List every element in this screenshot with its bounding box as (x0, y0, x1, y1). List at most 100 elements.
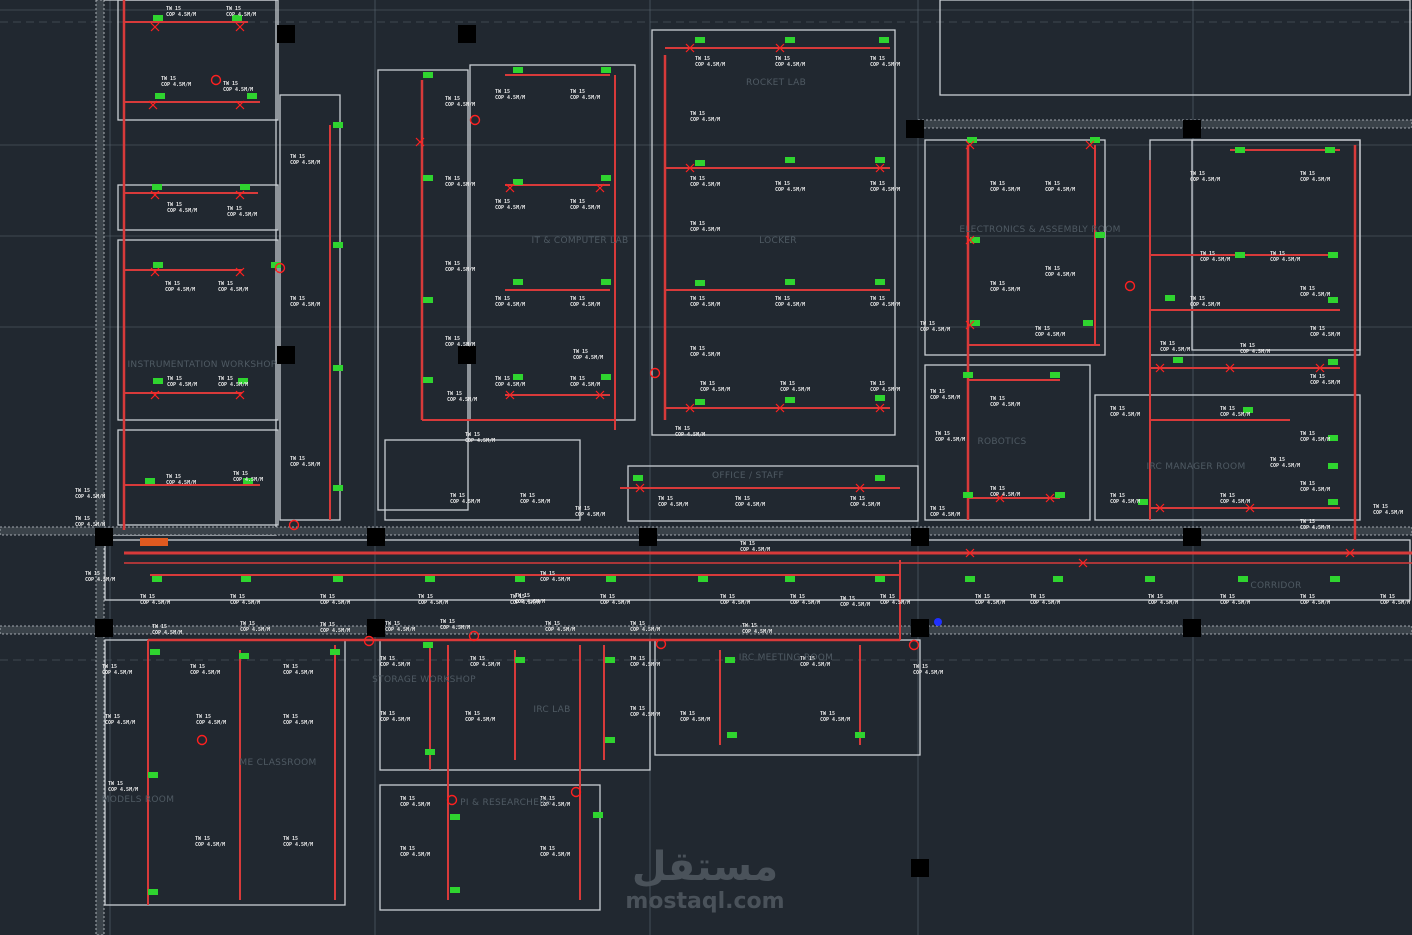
sprinkler-head (605, 657, 615, 663)
sprinkler-head (330, 649, 340, 655)
wall (384, 439, 581, 521)
pipe-tag-line-2: COP 4.5M/M (400, 802, 430, 808)
pipe-tag: TW 15 COP 4.5M/M (690, 111, 720, 123)
room-label-me-classroom: ME CLASSROOM (239, 758, 316, 768)
sprinkler-head (1053, 576, 1063, 582)
sprinkler-head (601, 67, 611, 73)
pipe-tag-line-2: COP 4.5M/M (495, 95, 525, 101)
pipe-tag: TW 15 COP 4.5M/M (1030, 594, 1060, 606)
wall (939, 0, 1411, 96)
pipe-tag-line-2: COP 4.5M/M (283, 842, 313, 848)
structural-column (639, 528, 657, 546)
pipe-tag-line-2: COP 4.5M/M (545, 627, 575, 633)
pipe-tag-line-2: COP 4.5M/M (690, 227, 720, 233)
pipe-tag-line-2: COP 4.5M/M (520, 499, 550, 505)
sprinkler-head (963, 372, 973, 378)
pipe-tag: TW 15 COP 4.5M/M (320, 594, 350, 606)
pipe-tag-line-2: COP 4.5M/M (152, 630, 182, 636)
pipe-tag-line-2: COP 4.5M/M (226, 12, 256, 18)
pipe-tag-line-2: COP 4.5M/M (1373, 510, 1403, 516)
pipe-tag: TW 15 COP 4.5M/M (975, 594, 1005, 606)
wall (1191, 139, 1361, 351)
pipe-tag: TW 15 COP 4.5M/M (105, 714, 135, 726)
sprinkler-head (148, 772, 158, 778)
sprinkler-head (423, 175, 433, 181)
pipe-tag: TW 15 COP 4.5M/M (385, 621, 415, 633)
sprinkler-head (425, 749, 435, 755)
pipe-tag: TW 15 COP 4.5M/M (840, 596, 870, 608)
pipe-tag-line-2: COP 4.5M/M (930, 512, 960, 518)
pipe-tag: TW 15 COP 4.5M/M (700, 381, 730, 393)
pipe-tag: TW 15 COP 4.5M/M (108, 781, 138, 793)
pipe-tag: TW 15 COP 4.5M/M (935, 431, 965, 443)
pipe-tag: TW 15 COP 4.5M/M (1110, 493, 1140, 505)
pipe-tag: TW 15 COP 4.5M/M (680, 711, 710, 723)
sprinkler-head (695, 399, 705, 405)
pipe-tag-line-2: COP 4.5M/M (108, 787, 138, 793)
sprinkler-head (153, 15, 163, 21)
pipe-tag-line-2: COP 4.5M/M (1045, 187, 1075, 193)
room-label-pi-research: PI & RESEARCHERS (460, 798, 552, 808)
pipe-tag-line-2: COP 4.5M/M (1220, 499, 1250, 505)
sprinkler-x-mark (150, 22, 160, 32)
wall (117, 184, 279, 231)
pipe-tag: TW 15 COP 4.5M/M (570, 199, 600, 211)
pipe-tag: TW 15 COP 4.5M/M (720, 594, 750, 606)
pipe-tag-line-2: COP 4.5M/M (450, 499, 480, 505)
sprinkler-head (879, 37, 889, 43)
pipe-tag-line-2: COP 4.5M/M (990, 492, 1020, 498)
pipe-tag: TW 15 COP 4.5M/M (1035, 326, 1065, 338)
pipe-tag-line-2: COP 4.5M/M (870, 302, 900, 308)
pipe-tag-line-2: COP 4.5M/M (445, 342, 475, 348)
sprinkler-head (1238, 576, 1248, 582)
sprinkler-head (240, 184, 250, 190)
pipe-tag: TW 15 COP 4.5M/M (495, 296, 525, 308)
sprinkler-head (633, 475, 643, 481)
pipe-tag-line-2: COP 4.5M/M (1200, 257, 1230, 263)
pipe-tag-line-2: COP 4.5M/M (320, 600, 350, 606)
pipe-tag: TW 15 COP 4.5M/M (1270, 251, 1300, 263)
pipe-tag: TW 15 COP 4.5M/M (742, 623, 772, 635)
pipe-tag: TW 15 COP 4.5M/M (1110, 406, 1140, 418)
sprinkler-head (513, 67, 523, 73)
thick-wall (917, 119, 1412, 129)
sprinkler-head (875, 395, 885, 401)
pipe-tag: TW 15 COP 4.5M/M (1270, 457, 1300, 469)
pipe-tag-line-2: COP 4.5M/M (495, 205, 525, 211)
pipe-tag-line-2: COP 4.5M/M (223, 87, 253, 93)
pipe-tag-line-2: COP 4.5M/M (850, 502, 880, 508)
pipe-tag-line-2: COP 4.5M/M (540, 852, 570, 858)
pipe-tag: TW 15 COP 4.5M/M (740, 541, 770, 553)
pipe-tag: TW 15 COP 4.5M/M (218, 281, 248, 293)
room-label-electronics: ELECTRONICS & ASSEMBLY ROOM (959, 225, 1120, 235)
cad-drawing-canvas[interactable]: TW 15 COP 4.5M/M TW 15 COP 4.5M/M TW 15 COP 4… (0, 0, 1412, 935)
pipe-tag: TW 15 COP 4.5M/M (233, 471, 263, 483)
sprinkler-head (1090, 137, 1100, 143)
sprinkler-head (1235, 147, 1245, 153)
sprinkler-head (152, 576, 162, 582)
pipe-tag-line-2: COP 4.5M/M (600, 600, 630, 606)
room-label-instrumentation: INSTRUMENTATION WORKSHOP (127, 360, 276, 370)
structural-column (1183, 619, 1201, 637)
sprinkler-head (606, 576, 616, 582)
pipe-tag: TW 15 COP 4.5M/M (880, 594, 910, 606)
pipe-tag-line-2: COP 4.5M/M (1300, 487, 1330, 493)
pipe-tag: TW 15 COP 4.5M/M (190, 664, 220, 676)
pipe-tag-line-2: COP 4.5M/M (840, 602, 870, 608)
pipe-tag-line-2: COP 4.5M/M (218, 287, 248, 293)
pipe-tag-line-2: COP 4.5M/M (380, 717, 410, 723)
sprinkler-head (601, 175, 611, 181)
sprinkler-head (423, 72, 433, 78)
pipe-tag-line-2: COP 4.5M/M (990, 287, 1020, 293)
pipe-tag: TW 15 COP 4.5M/M (1160, 341, 1190, 353)
structural-columns (95, 25, 1201, 877)
floor-plan-svg: TW 15 COP 4.5M/M TW 15 COP 4.5M/M TW 15 COP 4… (0, 0, 1412, 935)
pipe-tag: TW 15 COP 4.5M/M (290, 456, 320, 468)
pipe-tag: TW 15 COP 4.5M/M (1148, 594, 1178, 606)
pipe-tag: TW 15 COP 4.5M/M (570, 296, 600, 308)
pipe-tag-line-2: COP 4.5M/M (140, 600, 170, 606)
pipe-tag: TW 15 COP 4.5M/M (630, 621, 660, 633)
sprinkler-head (698, 576, 708, 582)
pipe-tag-line-2: COP 4.5M/M (1220, 600, 1250, 606)
pipe-tag-line-2: COP 4.5M/M (380, 662, 410, 668)
